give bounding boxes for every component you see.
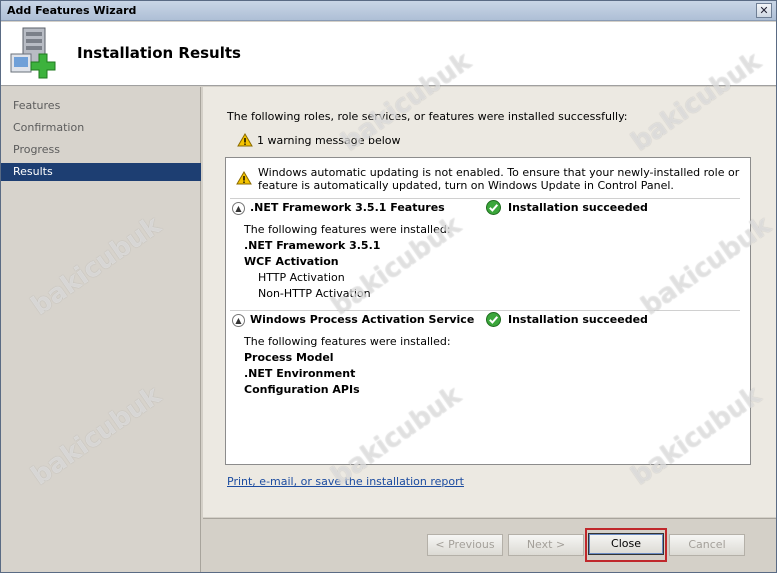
section-header-net-framework[interactable]: ▲ .NET Framework 3.5.1 Features Installa… [230, 198, 740, 216]
section-name: Windows Process Activation Service [250, 313, 475, 326]
wizard-step-nav: Features Confirmation Progress Results [1, 87, 201, 572]
section-name: .NET Framework 3.5.1 Features [250, 201, 445, 214]
nav-step-results[interactable]: Results [1, 163, 201, 181]
installed-feature-item: HTTP Activation [258, 271, 345, 284]
close-window-icon[interactable]: ✕ [756, 3, 772, 18]
installation-report-link[interactable]: Print, e-mail, or save the installation … [227, 475, 464, 488]
installed-feature-item: Configuration APIs [244, 383, 360, 396]
warning-icon [237, 133, 253, 147]
wizard-footer: < Previous Next > Close Cancel [203, 518, 776, 572]
section-status: Installation succeeded [508, 201, 648, 214]
results-details-box[interactable]: Windows automatic updating is not enable… [225, 157, 751, 465]
warning-icon [236, 171, 252, 185]
warning-count-text: 1 warning message below [257, 134, 401, 147]
next-button[interactable]: Next > [508, 534, 584, 556]
page-title: Installation Results [77, 44, 241, 62]
features-installed-label: The following features were installed: [244, 223, 451, 236]
installed-feature-item: Non-HTTP Activation [258, 287, 371, 300]
section-header-wpas[interactable]: ▲ Windows Process Activation Service Ins… [230, 310, 740, 328]
previous-button[interactable]: < Previous [427, 534, 503, 556]
close-button[interactable]: Close [588, 533, 664, 555]
installed-feature-item: Process Model [244, 351, 334, 364]
results-intro-text: The following roles, role services, or f… [227, 110, 628, 123]
features-installed-label: The following features were installed: [244, 335, 451, 348]
nav-step-features[interactable]: Features [1, 97, 201, 115]
collapse-chevron-icon[interactable]: ▲ [232, 314, 245, 327]
title-bar: Add Features Wizard ✕ [1, 1, 776, 21]
wizard-header: Installation Results [1, 22, 776, 86]
nav-step-confirmation[interactable]: Confirmation [1, 119, 201, 137]
success-check-icon [486, 200, 501, 215]
add-features-wizard-window: Add Features Wizard ✕ Installation Resul… [0, 0, 777, 573]
collapse-chevron-icon[interactable]: ▲ [232, 202, 245, 215]
results-panel: The following roles, role services, or f… [203, 87, 776, 517]
success-check-icon [486, 312, 501, 327]
installed-feature-item: WCF Activation [244, 255, 339, 268]
nav-step-progress[interactable]: Progress [1, 141, 201, 159]
warning-message-text: Windows automatic updating is not enable… [258, 166, 740, 192]
window-title: Add Features Wizard [7, 4, 137, 17]
server-add-icon [10, 27, 56, 79]
installed-feature-item: .NET Environment [244, 367, 356, 380]
cancel-button[interactable]: Cancel [669, 534, 745, 556]
section-status: Installation succeeded [508, 313, 648, 326]
installed-feature-item: .NET Framework 3.5.1 [244, 239, 381, 252]
warning-summary: 1 warning message below [237, 133, 401, 150]
